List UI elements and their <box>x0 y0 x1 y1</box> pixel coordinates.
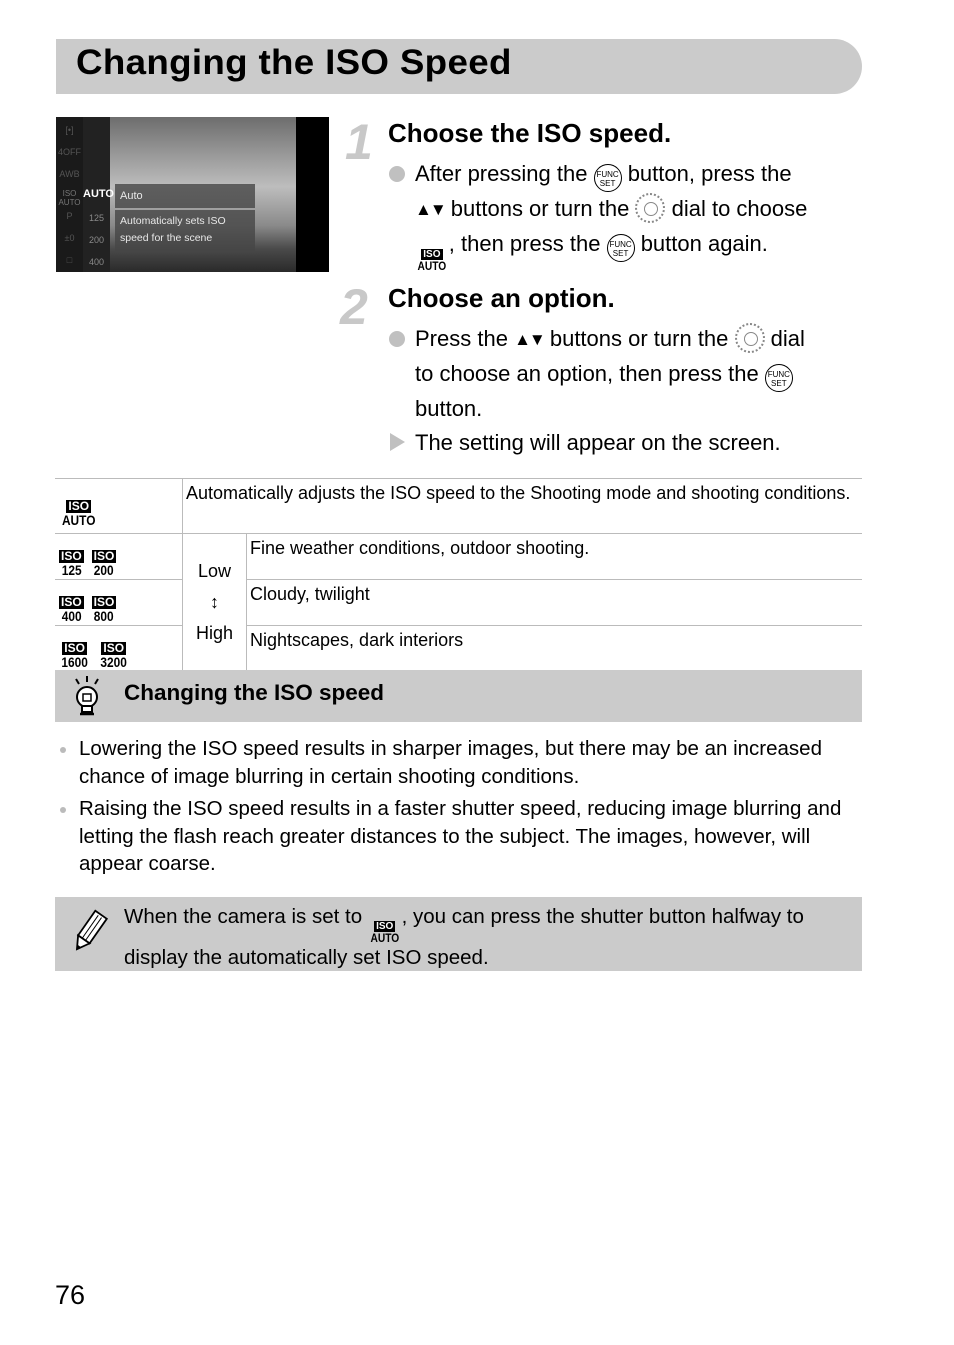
menu-icon: □ <box>66 255 73 265</box>
title-bar: Changing the ISO Speed <box>56 39 862 94</box>
up-down-arrows-icon: ▲▼ <box>415 200 447 219</box>
iso-800-icon: ISO 800 <box>91 595 117 624</box>
control-dial-icon <box>734 323 765 353</box>
bullet-icon <box>389 166 405 182</box>
up-down-arrow-icon: ↕ <box>210 592 219 612</box>
iso-options-table: ISO AUTO Automatically adjusts the ISO sp… <box>55 478 862 672</box>
description-cell: Cloudy, twilight <box>246 579 862 626</box>
menu-icon: ±0 <box>64 233 75 243</box>
bullet-icon <box>389 331 405 347</box>
func-set-button-icon: FUNC SET <box>593 164 622 192</box>
text: Press the <box>415 326 508 351</box>
icon-cell: ISO 125 ISO 200 <box>55 533 183 580</box>
text: dial to choose <box>671 196 808 221</box>
table-row: ISO AUTO Automatically adjusts the ISO sp… <box>55 478 862 534</box>
iso-menu-icon: ISO AUTO <box>58 189 81 207</box>
description-line: speed for the scene <box>120 232 213 244</box>
iso-auto-icon: ISO AUTO <box>370 921 400 945</box>
step-1-instructions: After pressing the FUNC SET button, press… <box>415 157 865 272</box>
table-row: ISO 1600 ISO 3200 Nightscapes, dark interio… <box>55 625 862 672</box>
menu-icon: P <box>66 211 73 221</box>
bullet-dot <box>60 747 66 753</box>
menu-icon: 4OFF <box>57 147 81 157</box>
icon-cell: ISO 400 ISO 800 <box>55 579 183 626</box>
note-text: When the camera is set to ISO AUTO, you c… <box>124 905 804 969</box>
iso-200-icon: ISO 200 <box>91 549 117 578</box>
text: button, press the <box>627 161 792 186</box>
value-option: 400 <box>88 257 105 267</box>
camera-screen-image: [•] 4OFF AWB ISO AUTO P ±0 □ AUTO 125 20… <box>56 117 329 272</box>
result-arrow-icon <box>390 433 405 451</box>
table-row: ISO 400 ISO 800 Cloudy, twilight <box>55 579 862 626</box>
note-box: When the camera is set to ISO AUTO, you c… <box>55 897 862 971</box>
iso-125-icon: ISO 125 <box>59 549 84 578</box>
step-number: 2 <box>340 279 368 335</box>
lightbulb-icon <box>75 676 99 716</box>
page-number: 76 <box>55 1280 86 1310</box>
iso-auto-icon: ISO AUTO <box>417 248 447 273</box>
func-set-button-icon: FUNC SET <box>764 363 793 392</box>
low-high-scale: Low ↕ High <box>182 533 247 672</box>
step-2-instructions: Press the ▲▼ buttons or turn the dial to… <box>415 322 865 425</box>
text: buttons or turn the <box>549 326 729 351</box>
step-number: 1 <box>345 114 373 170</box>
icon-cell: ISO AUTO <box>55 478 183 534</box>
high-label: High <box>195 623 234 643</box>
tip-header: Changing the ISO speed <box>55 670 862 722</box>
pencil-icon <box>75 909 109 951</box>
tip-item: Raising the ISO speed results in a faste… <box>60 795 860 878</box>
table-row: ISO 125 ISO 200 Low ↕ High Fine weather con… <box>55 533 862 672</box>
icon-cell: ISO 1600 ISO 3200 <box>55 625 183 672</box>
value-option: 200 <box>88 235 105 245</box>
low-label: Low <box>197 561 232 581</box>
step-title: Choose an option. <box>388 283 615 313</box>
menu-icon: AWB <box>59 169 80 179</box>
text: , then press the <box>448 230 601 256</box>
selected-value: AUTO <box>83 188 114 200</box>
bullet-dot <box>60 807 66 813</box>
iso-auto-icon: ISO AUTO <box>61 498 96 528</box>
text: to choose an option, then press the <box>415 360 759 386</box>
control-dial-icon <box>635 193 666 223</box>
menu-icon: [•] <box>65 125 74 135</box>
tip-list: Lowering the ISO speed results in sharpe… <box>60 735 860 883</box>
tip-item: Lowering the ISO speed results in sharpe… <box>60 735 860 790</box>
description-cell: Nightscapes, dark interiors <box>246 625 862 672</box>
text: button. <box>415 395 483 421</box>
text: button again. <box>640 230 768 256</box>
step-title: Choose the ISO speed. <box>388 118 672 148</box>
value-option: 125 <box>88 213 105 223</box>
iso-1600-icon: ISO 1600 <box>61 641 88 670</box>
up-down-arrows-icon: ▲▼ <box>514 330 546 349</box>
description-cell: Fine weather conditions, outdoor shootin… <box>246 533 862 580</box>
func-set-button-icon: FUNC SET <box>606 233 635 262</box>
text: buttons or turn the <box>450 196 630 221</box>
description-line: Automatically sets ISO <box>120 215 226 227</box>
step-2-result: The setting will appear on the screen. <box>415 430 781 455</box>
selected-label-box: Auto <box>115 184 255 208</box>
iso-3200-icon: ISO 3200 <box>100 641 127 670</box>
description-cell: Automatically adjusts the ISO speed to t… <box>182 478 862 534</box>
iso-400-icon: ISO 400 <box>59 595 84 624</box>
text: After pressing the <box>415 161 588 186</box>
description-box: Automatically sets ISO speed for the sce… <box>115 210 255 251</box>
text: dial <box>770 326 805 351</box>
page-title: Changing the ISO Speed <box>76 43 512 82</box>
tip-title: Changing the ISO speed <box>124 680 385 705</box>
